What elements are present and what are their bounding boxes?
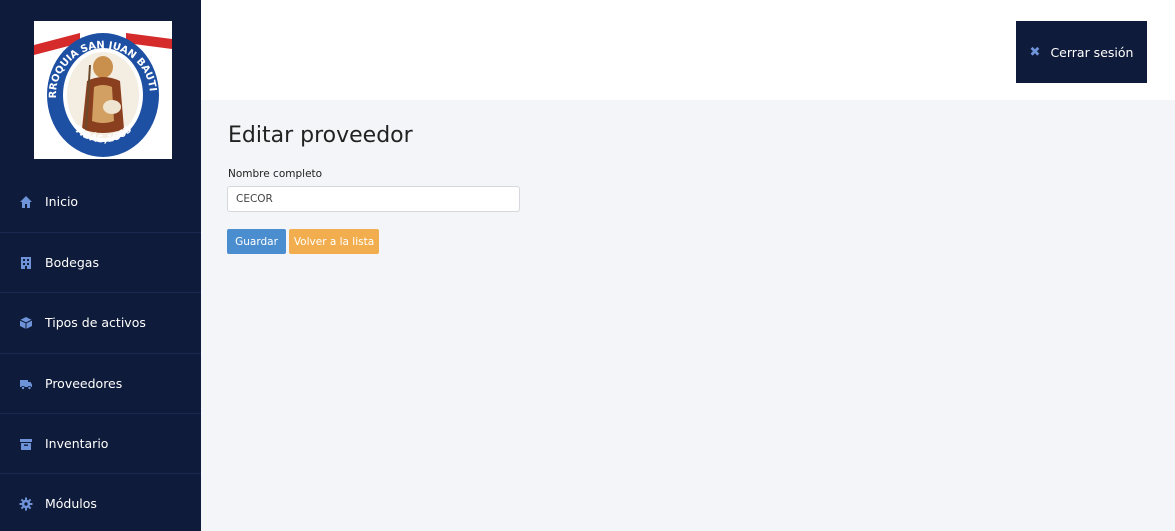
parish-seal-image: PARROQUIA SAN JUAN BAUTISTA TIBÁS,1865 [34,21,172,157]
cube-icon [19,316,33,330]
sidebar-item-inventario[interactable]: Inventario [0,414,201,473]
archive-icon [19,437,33,451]
close-icon: ✖ [1029,44,1041,60]
name-field-label: Nombre completo [228,168,323,180]
page-title: Editar proveedor [228,123,413,148]
logout-label: Cerrar sesión [1050,44,1134,60]
sidebar-item-label: Inventario [45,436,109,451]
sidebar-item-label: Módulos [45,496,97,511]
sidebar-item-tipos-de-activos[interactable]: Tipos de activos [0,293,201,352]
sidebar-item-bodegas[interactable]: Bodegas [0,233,201,292]
building-icon [19,256,33,270]
gear-icon [19,497,33,511]
back-to-list-button[interactable]: Volver a la lista [289,229,379,254]
sidebar-item-label: Tipos de activos [45,315,146,330]
home-icon [19,195,33,209]
parish-logo: PARROQUIA SAN JUAN BAUTISTA TIBÁS,1865 [34,21,172,159]
sidebar-item-label: Bodegas [45,255,99,270]
sidebar: PARROQUIA SAN JUAN BAUTISTA TIBÁS,1865 I… [0,0,201,531]
sidebar-item-modulos[interactable]: Módulos [0,474,201,531]
sidebar-item-label: Inicio [45,194,79,209]
truck-icon [19,377,33,391]
save-button[interactable]: Guardar [227,229,286,254]
sidebar-item-proveedores[interactable]: Proveedores [0,354,201,413]
sidebar-item-inicio[interactable]: Inicio [0,172,201,231]
sidebar-item-label: Proveedores [45,376,123,391]
name-field[interactable] [227,186,520,212]
logout-button[interactable]: ✖ Cerrar sesión [1016,21,1147,83]
